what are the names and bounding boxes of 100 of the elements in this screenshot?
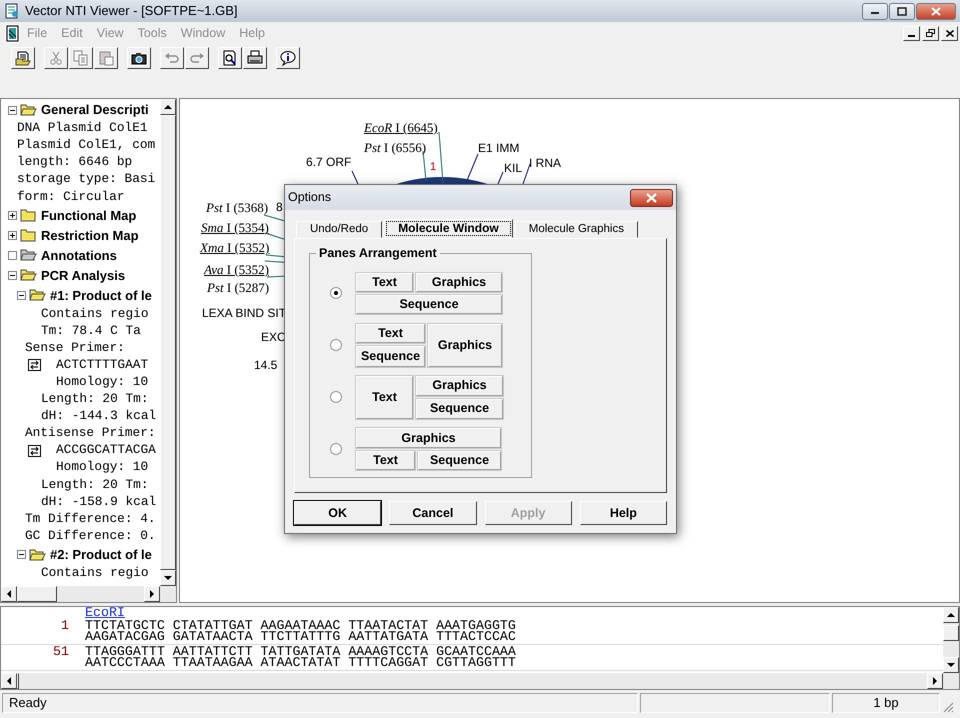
pane-preview: Sequence bbox=[418, 451, 501, 470]
close-button[interactable] bbox=[630, 188, 673, 206]
close-icon bbox=[931, 6, 941, 16]
horizontal-scrollbar[interactable] bbox=[1, 586, 160, 602]
horizontal-scrollbar[interactable] bbox=[1, 673, 943, 689]
tree-text: GC Difference: 0. bbox=[25, 530, 156, 543]
sequence-position: 1 bbox=[60, 620, 70, 635]
scroll-up-button[interactable] bbox=[160, 99, 176, 115]
leader-line bbox=[498, 172, 504, 184]
camera-button[interactable] bbox=[127, 47, 151, 69]
scroll-up-button[interactable] bbox=[943, 607, 959, 623]
collapse-icon[interactable] bbox=[8, 270, 17, 280]
tab[interactable]: Undo/Redo bbox=[296, 221, 382, 238]
restore-button[interactable] bbox=[922, 26, 939, 40]
restriction-site-label: Pst I (5287) bbox=[207, 280, 270, 296]
print-button[interactable] bbox=[243, 47, 267, 69]
position-label: 1 bbox=[430, 161, 436, 174]
tree-node[interactable]: Restriction Map bbox=[1, 225, 160, 246]
feature-label: 6.7 ORF bbox=[306, 155, 352, 170]
pane-preview: Text bbox=[356, 376, 413, 418]
clipboard-icon bbox=[98, 50, 114, 66]
radio-button[interactable] bbox=[330, 391, 342, 403]
pane-preview: Text bbox=[356, 451, 415, 470]
open-button[interactable] bbox=[11, 47, 35, 69]
scroll-left-button[interactable] bbox=[1, 586, 17, 602]
dialog-title: Options bbox=[288, 190, 332, 205]
tree-text: Contains regio bbox=[41, 566, 149, 580]
tree-text: Plasmid ColE1, com bbox=[17, 139, 156, 152]
leader-line bbox=[352, 170, 358, 184]
minimize-button[interactable] bbox=[862, 2, 888, 20]
close-icon bbox=[646, 192, 657, 202]
sequence-strand: TTCTATGCTC CTATATTGAT AAGAATAAAC TTAATACTAT AAATGAGGTG bbox=[85, 620, 516, 631]
tree-text: dH: -158.9 kcal bbox=[41, 496, 156, 508]
tree-text: dH: -144.3 kcal bbox=[41, 410, 156, 423]
tree-text: DNA Plasmid ColE1 bbox=[17, 122, 148, 135]
radio-button[interactable] bbox=[330, 443, 342, 455]
pane-preview: Sequence bbox=[356, 294, 502, 314]
radio-button[interactable] bbox=[330, 287, 342, 299]
tree-text: Length: 20 Tm: bbox=[41, 478, 149, 492]
tree-node[interactable]: PCR Analysis bbox=[1, 265, 160, 286]
folder-icon bbox=[20, 228, 37, 242]
restore-icon bbox=[926, 29, 935, 37]
folder-icon bbox=[20, 208, 37, 222]
tree-text: Tm: 78.4 C Ta bbox=[41, 324, 141, 338]
tree-text: length: 6646 bp bbox=[17, 156, 132, 170]
pane-preview: Text bbox=[356, 324, 425, 342]
collapse-icon[interactable] bbox=[17, 290, 26, 300]
restriction-site-label: Pst I (5368) bbox=[206, 200, 268, 216]
open-folder-icon bbox=[29, 548, 46, 562]
camera-icon bbox=[131, 50, 147, 66]
dialog-button[interactable]: OK bbox=[294, 501, 382, 525]
sequence-strand: AAGATACGAG GATATAACTA TTCTTATTTG AATTATGATA TTTACTCCAC bbox=[85, 631, 516, 642]
sequence-annotation-link[interactable]: EcoRI bbox=[85, 607, 125, 619]
tree-text: Contains regio bbox=[41, 308, 149, 320]
restriction-site-label: Xma I (5352) bbox=[200, 240, 270, 256]
app-icon bbox=[4, 3, 20, 19]
scroll-left-button[interactable] bbox=[1, 673, 17, 689]
primer-icon bbox=[28, 444, 41, 457]
sequence-strand: TTAGGGATTT AATTATTCTT TATTGATATA AAAAGTCCTA GCAATCCAAA bbox=[85, 646, 516, 657]
restriction-site-label: Sma I (5354) bbox=[201, 220, 269, 236]
help-button[interactable] bbox=[276, 47, 300, 69]
group-title: Panes Arrangement bbox=[316, 246, 440, 261]
tab[interactable]: Molecule Graphics bbox=[514, 221, 638, 238]
tree-node[interactable]: #2: Product of le bbox=[1, 544, 160, 565]
empty-box-icon[interactable] bbox=[8, 250, 17, 260]
sequence-strand: AATCCCTAAA TTAATAAGAA ATAACTATAT TTTTCAGGAT CGTTAGGTTT bbox=[85, 657, 516, 668]
scroll-down-button[interactable] bbox=[160, 570, 176, 586]
scrollbar-corner bbox=[160, 586, 176, 602]
feature-label: E1 IMM bbox=[478, 141, 520, 156]
primer-icon bbox=[28, 359, 41, 372]
tree-label: General Descripti bbox=[41, 102, 149, 118]
dialog-button[interactable]: Help bbox=[580, 501, 667, 525]
tab[interactable]: Molecule Window bbox=[384, 219, 513, 238]
scroll-right-button[interactable] bbox=[144, 586, 160, 602]
vertical-scrollbar[interactable] bbox=[943, 607, 959, 673]
restriction-site-label: EcoR I (6645) bbox=[364, 120, 438, 136]
tree-label: Annotations bbox=[41, 248, 117, 264]
tree-node[interactable]: General Descripti bbox=[1, 100, 160, 120]
open-folder-icon bbox=[29, 288, 46, 302]
maximize-button[interactable] bbox=[889, 2, 915, 20]
tree-text: Homology: 10 bbox=[56, 376, 148, 389]
print-preview-button[interactable] bbox=[218, 47, 242, 69]
dialog-button[interactable]: Cancel bbox=[389, 501, 476, 525]
tree-label: PCR Analysis bbox=[41, 268, 126, 284]
scroll-down-button[interactable] bbox=[943, 657, 959, 673]
radio-button[interactable] bbox=[330, 339, 342, 351]
expand-icon[interactable] bbox=[8, 210, 17, 220]
scroll-right-button[interactable] bbox=[927, 673, 943, 689]
feature-label: I RNA bbox=[529, 156, 562, 170]
pane-preview: Graphics bbox=[416, 376, 503, 396]
collapse-icon[interactable] bbox=[8, 106, 17, 114]
maximize-icon bbox=[897, 6, 907, 16]
pane-preview: Graphics bbox=[356, 428, 501, 448]
tree-text: Sense Primer: bbox=[25, 342, 125, 355]
collapse-icon[interactable] bbox=[17, 550, 26, 560]
tree-text: Homology: 10 bbox=[56, 461, 148, 474]
expand-icon[interactable] bbox=[8, 230, 17, 240]
tree-node[interactable]: Functional Map bbox=[1, 205, 160, 226]
tree-node[interactable]: Annotations bbox=[1, 245, 160, 266]
tree-node[interactable]: #1: Product of le bbox=[1, 285, 160, 306]
